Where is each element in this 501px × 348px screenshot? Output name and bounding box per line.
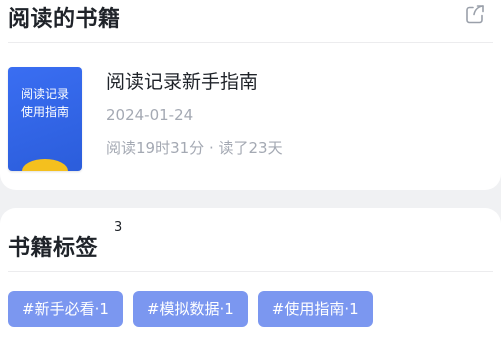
book-date: 2024-01-24 [106, 106, 194, 124]
books-card: 阅读的书籍 阅读记录 使用指南 阅读记录新手指南 2024-01-24 阅读19… [0, 0, 501, 190]
divider [8, 42, 493, 43]
tags-card: 书籍标签 3 #新手必看·1 #模拟数据·1 #使用指南·1 [0, 208, 501, 348]
book-reading-stats: 阅读19时31分 · 读了23天 [106, 139, 283, 157]
book-cover-text: 阅读记录 使用指南 [20, 87, 69, 119]
book-cover[interactable]: 阅读记录 使用指南 [8, 67, 82, 171]
divider [8, 271, 493, 272]
tag-chip[interactable]: #使用指南·1 [257, 291, 373, 327]
cover-footer-badge [22, 159, 68, 171]
tag-count-badge: 3 [114, 220, 123, 235]
share-icon[interactable] [463, 2, 487, 26]
books-section-title: 阅读的书籍 [8, 7, 121, 32]
tag-chip[interactable]: #新手必看·1 [8, 291, 123, 327]
book-title[interactable]: 阅读记录新手指南 [106, 67, 258, 94]
tag-list: #新手必看·1 #模拟数据·1 #使用指南·1 [8, 291, 373, 327]
tags-section-title: 书籍标签 [8, 236, 99, 261]
tag-chip[interactable]: #模拟数据·1 [132, 291, 248, 327]
